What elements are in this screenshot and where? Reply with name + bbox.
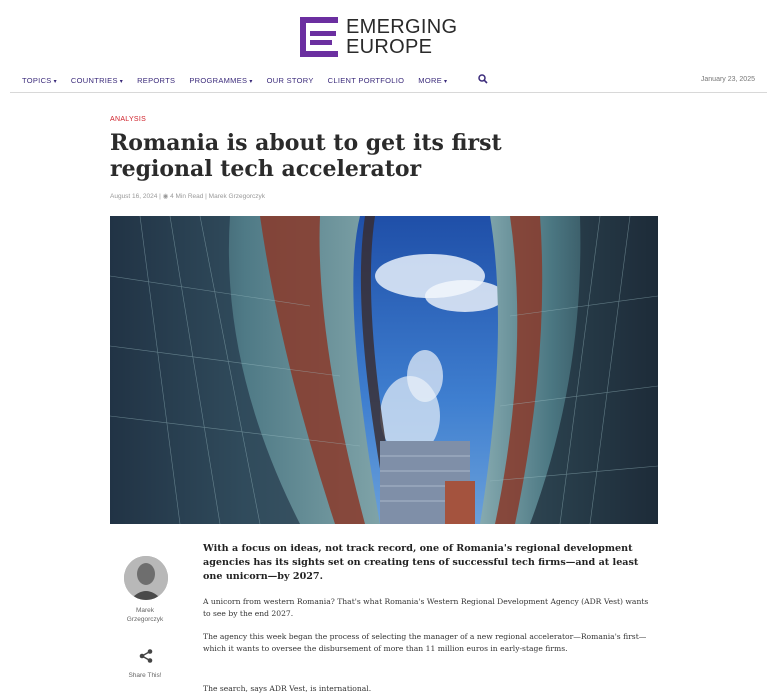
article-category-link[interactable]: ANALYSIS	[110, 116, 146, 123]
nav-item-programmes[interactable]: PROGRAMMES ▾	[189, 76, 252, 85]
author-avatar[interactable]	[124, 556, 168, 600]
nav-items: TOPICS ▾ COUNTRIES ▾ REPORTS PROGRAMMES ▾ O…	[22, 76, 461, 85]
article-meta: August 16, 2024 | ◉ 4 Min Read | Marek G…	[110, 193, 266, 200]
chevron-down-icon: ▾	[249, 79, 253, 85]
logo-line-2: EUROPE	[346, 36, 433, 58]
share-icon[interactable]	[138, 648, 154, 664]
nav-item-label: COUNTRIES	[70, 76, 118, 85]
search-icon[interactable]	[478, 74, 488, 84]
nav-item-more[interactable]: MORE ▾	[418, 76, 447, 85]
site-logo[interactable]: EMERGING EUROPE	[300, 14, 480, 60]
nav-item-reports[interactable]: REPORTS	[137, 76, 175, 85]
hero-image	[110, 216, 658, 524]
chevron-down-icon: ▾	[119, 79, 124, 85]
nav-item-topics[interactable]: TOPICS ▾	[22, 76, 57, 85]
nav-item-label: TOPICS	[22, 76, 52, 85]
nav-item-label: REPORTS	[137, 76, 176, 85]
article-paragraph: The agency this week began the process o…	[203, 632, 647, 653]
author-first-name: Marek	[135, 607, 155, 614]
article-lede: With a focus on ideas, not track record,…	[203, 543, 639, 582]
hero-image-graphic	[110, 216, 658, 524]
article-paragraph: The search, says ADR Vest, is internatio…	[203, 684, 372, 693]
nav-item-label: CLIENT PORTFOLIO	[327, 76, 405, 85]
nav-item-client-portfolio[interactable]: CLIENT PORTFOLIO	[328, 76, 405, 85]
article-title: Romania is about to get its first region…	[110, 130, 502, 182]
share-label[interactable]: Share This!	[110, 672, 180, 679]
author-last-name: Grzegorczyk	[126, 616, 164, 623]
nav-divider	[10, 92, 767, 93]
chevron-down-icon: ▾	[444, 79, 448, 85]
avatar-photo	[124, 556, 168, 600]
nav-item-countries[interactable]: COUNTRIES ▾	[71, 76, 123, 85]
nav-item-our-story[interactable]: OUR STORY	[267, 76, 314, 85]
nav-item-label: PROGRAMMES	[189, 76, 248, 85]
author-name[interactable]: Marek Grzegorczyk	[110, 606, 180, 624]
emerging-europe-logo-icon	[300, 17, 338, 57]
current-date: January 23, 2025	[700, 76, 755, 83]
nav-item-label: MORE	[418, 76, 442, 85]
chevron-down-icon: ▾	[53, 79, 57, 85]
nav-item-label: OUR STORY	[266, 76, 314, 85]
article-paragraph: A unicorn from western Romania? That's w…	[203, 597, 649, 618]
main-nav: TOPICS ▾ COUNTRIES ▾ REPORTS PROGRAMMES ▾ O…	[0, 72, 777, 94]
logo-line-1: EMERGING	[346, 16, 458, 38]
logo-wordmark: EMERGING EUROPE	[346, 17, 457, 57]
